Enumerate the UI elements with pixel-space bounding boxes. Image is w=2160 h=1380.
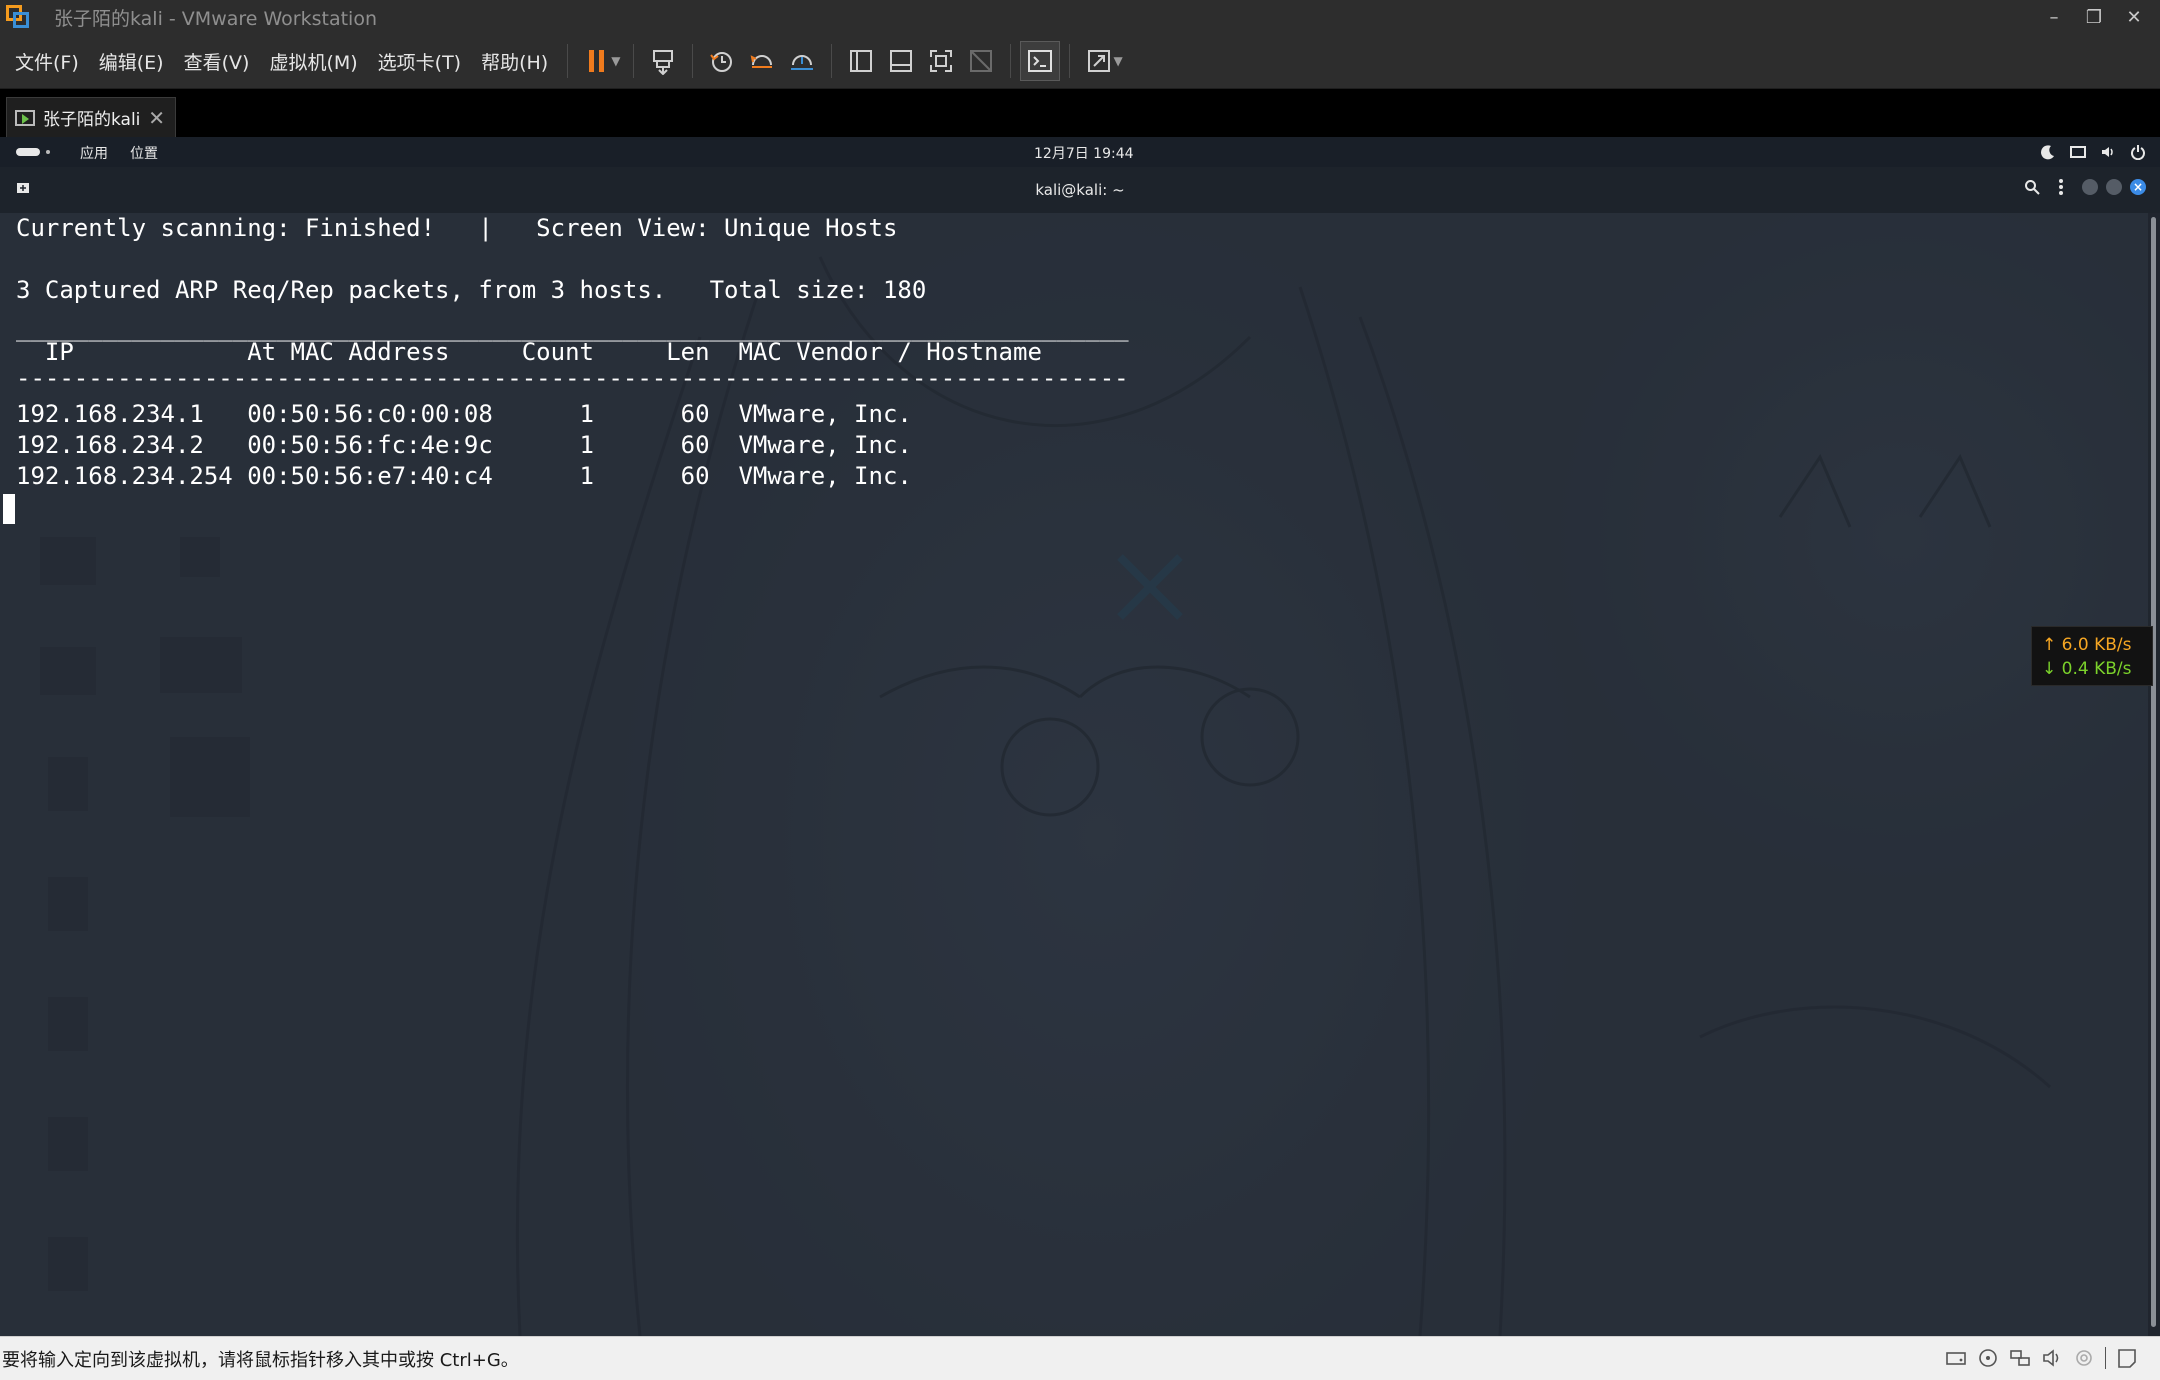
scrollbar-thumb[interactable]	[2151, 217, 2156, 1327]
search-icon[interactable]	[2024, 179, 2040, 195]
toolbar-separator	[1069, 44, 1071, 78]
network-speed-widget: ↑ 6.0 KB/s ↓ 0.4 KB/s	[2031, 626, 2153, 686]
fullscreen-icon[interactable]	[921, 41, 961, 81]
workspace-indicator-icon[interactable]	[16, 148, 40, 156]
menu-vm[interactable]: 虚拟机(M)	[259, 48, 367, 75]
revert-snapshot-icon[interactable]	[742, 41, 782, 81]
cd-dvd-icon[interactable]	[1977, 1348, 1999, 1368]
restore-button[interactable]: ❐	[2074, 7, 2114, 28]
thumbnail-bar-icon[interactable]	[881, 41, 921, 81]
guest-screen[interactable]: 应用 位置 12月7日 19:44 kali@kali: ~ × Current…	[0, 137, 2160, 1336]
snapshot-manager-icon[interactable]	[782, 41, 822, 81]
terminal-line-host-1: 192.168.234.1 00:50:56:c0:00:08 1 60 VMw…	[16, 400, 912, 428]
toolbar-separator	[831, 44, 833, 78]
unity-icon[interactable]	[961, 41, 1001, 81]
power-icon[interactable]	[2130, 144, 2146, 160]
close-button[interactable]: ✕	[2114, 7, 2154, 28]
message-log-icon[interactable]	[2116, 1348, 2138, 1368]
applications-menu[interactable]: 应用	[80, 143, 108, 163]
terminal-header-controls: ×	[2024, 179, 2146, 195]
terminal-scrollbar[interactable]	[2148, 213, 2160, 1336]
vmware-logo-icon	[6, 5, 30, 29]
terminal-line-host-2: 192.168.234.2 00:50:56:fc:4e:9c 1 60 VMw…	[16, 431, 912, 459]
send-ctrl-alt-del-icon[interactable]	[643, 41, 683, 81]
network-adapter-icon[interactable]	[2009, 1348, 2031, 1368]
tab-close-icon[interactable]: ✕	[148, 106, 165, 130]
status-hint: 要将输入定向到该虚拟机，请将鼠标指针移入其中或按 Ctrl+G。	[2, 1349, 519, 1371]
console-view-icon[interactable]	[1020, 41, 1061, 81]
download-speed: ↓ 0.4 KB/s	[2042, 659, 2132, 679]
window-title: 张子陌的kali - VMware Workstation	[54, 7, 378, 30]
panel-status-icons	[2040, 141, 2146, 163]
kali-top-panel: 应用 位置 12月7日 19:44	[0, 137, 2160, 167]
volume-icon[interactable]	[2100, 144, 2116, 160]
terminal-cursor	[3, 494, 15, 524]
panel-clock[interactable]: 12月7日 19:44	[1034, 143, 1134, 163]
terminal-line-host-3: 192.168.234.254 00:50:56:e7:40:c4 1 60 V…	[16, 462, 912, 490]
pause-dropdown-chevron-icon[interactable]: ▼	[611, 54, 620, 68]
minimize-button[interactable]: –	[2034, 7, 2074, 28]
vm-tab-strip: 张子陌的kali ✕	[0, 89, 2160, 137]
terminal-title: kali@kali: ~	[1035, 181, 1125, 199]
toolbar-separator	[1010, 44, 1012, 78]
terminal-close-button[interactable]: ×	[2130, 179, 2146, 195]
status-separator	[2105, 1347, 2106, 1369]
kebab-menu-icon[interactable]	[2058, 179, 2064, 195]
library-icon[interactable]	[841, 41, 881, 81]
hard-disk-icon[interactable]	[1945, 1348, 1967, 1368]
terminal-line-divider: ----------------------------------------…	[16, 364, 1129, 392]
toolbar-separator	[633, 44, 635, 78]
screen-icon[interactable]	[2070, 144, 2086, 160]
sound-card-icon[interactable]	[2041, 1348, 2063, 1368]
snapshot-icon[interactable]	[702, 41, 742, 81]
terminal-line-summary: 3 Captured ARP Req/Rep packets, from 3 h…	[16, 276, 927, 304]
toolbar-separator	[567, 44, 569, 78]
menu-edit[interactable]: 编辑(E)	[89, 48, 174, 75]
window-controls: – ❐ ✕	[2034, 0, 2154, 34]
vm-running-icon	[15, 109, 35, 126]
stretch-dropdown-chevron-icon[interactable]: ▼	[1113, 54, 1122, 68]
menu-tabs[interactable]: 选项卡(T)	[368, 48, 471, 75]
status-bar: 要将输入定向到该虚拟机，请将鼠标指针移入其中或按 Ctrl+G。	[0, 1336, 2160, 1380]
menu-toolbar: 文件(F) 编辑(E) 查看(V) 虚拟机(M) 选项卡(T) 帮助(H) ▼ …	[0, 34, 2160, 89]
menu-help[interactable]: 帮助(H)	[471, 48, 558, 75]
terminal-body[interactable]: Currently scanning: Finished! | Screen V…	[0, 213, 2148, 1336]
usb-device-icon[interactable]	[2073, 1348, 2095, 1368]
vm-tab-label: 张子陌的kali	[43, 110, 141, 130]
terminal-minimize-button[interactable]	[2082, 179, 2098, 195]
places-menu[interactable]: 位置	[130, 143, 158, 163]
toolbar-separator	[692, 44, 694, 78]
upload-speed: ↑ 6.0 KB/s	[2042, 635, 2132, 655]
window-title-bar: 张子陌的kali - VMware Workstation – ❐ ✕	[0, 0, 2160, 34]
terminal-header-bar: kali@kali: ~ ×	[0, 167, 2160, 213]
device-status-icons	[1945, 1347, 2138, 1369]
menu-view[interactable]: 查看(V)	[174, 48, 260, 75]
terminal-line-status: Currently scanning: Finished! | Screen V…	[16, 214, 898, 242]
workspace-dot-icon[interactable]	[46, 150, 50, 154]
vm-tab[interactable]: 张子陌的kali ✕	[6, 97, 176, 137]
window-buttons: ×	[2082, 179, 2146, 195]
terminal-maximize-button[interactable]	[2106, 179, 2122, 195]
night-mode-icon[interactable]	[2040, 144, 2056, 160]
menu-file[interactable]: 文件(F)	[0, 48, 89, 75]
